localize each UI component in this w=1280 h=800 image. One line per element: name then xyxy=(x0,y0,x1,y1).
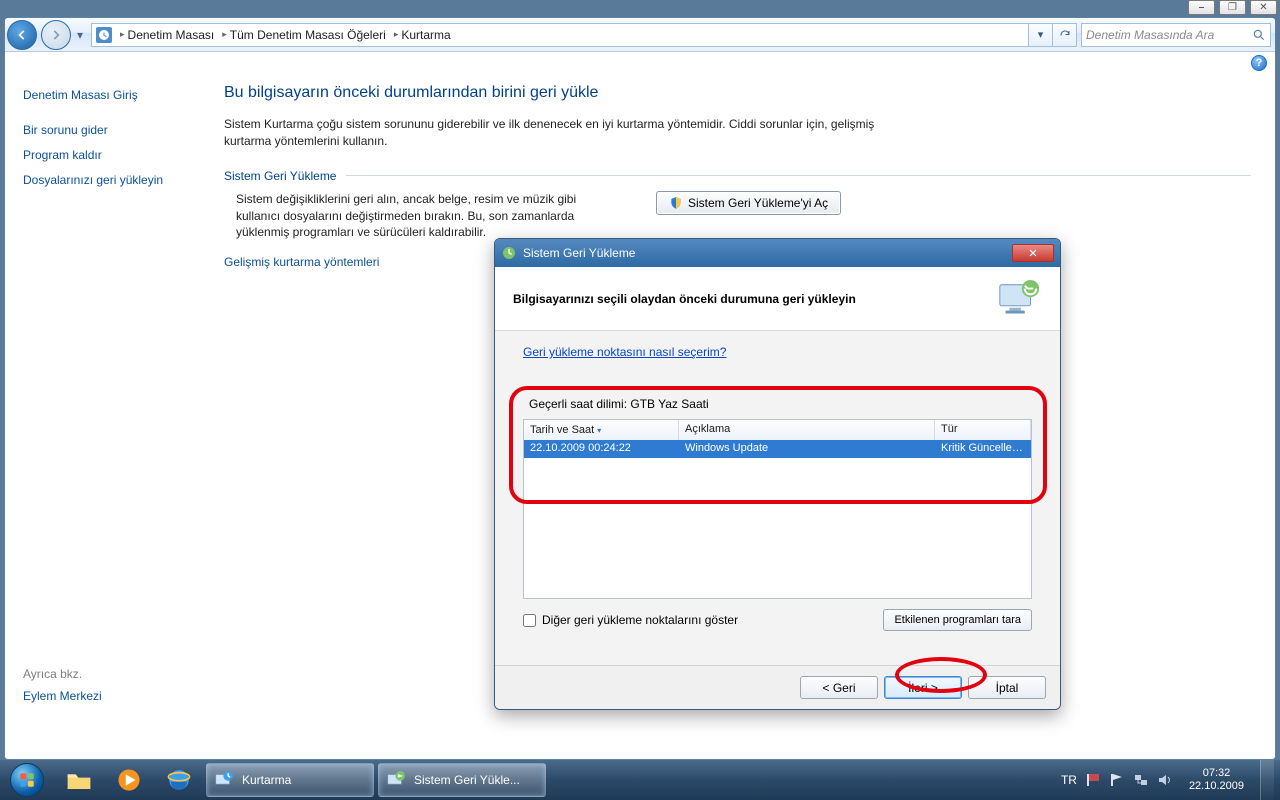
recovery-icon xyxy=(96,27,112,43)
taskbar-restore-label: Sistem Geri Yükle... xyxy=(414,773,520,787)
pinned-explorer[interactable] xyxy=(55,763,103,797)
folder-icon xyxy=(66,769,92,791)
recovery-taskbar-icon xyxy=(213,769,235,791)
sidebar: Denetim Masası Giriş Bir sorunu gider Pr… xyxy=(5,74,210,759)
taskbar-clock[interactable]: 07:32 22.10.2009 xyxy=(1181,767,1252,793)
fieldset-legend: Sistem Geri Yükleme xyxy=(224,169,342,183)
help-button[interactable]: ? xyxy=(1251,55,1267,71)
wizard-close-button[interactable] xyxy=(1012,244,1054,262)
col-desc-header[interactable]: Açıklama xyxy=(679,420,935,440)
back-button[interactable]: < Geri xyxy=(800,676,878,699)
clock-date: 22.10.2009 xyxy=(1189,780,1244,793)
tray-network-icon[interactable] xyxy=(1133,772,1149,788)
fieldset-text: Sistem değişikliklerini geri alın, ancak… xyxy=(236,191,616,241)
shield-icon xyxy=(669,196,683,210)
tray-action-center-icon[interactable] xyxy=(1109,772,1125,788)
search-icon xyxy=(1252,28,1266,42)
nav-forward-button[interactable] xyxy=(41,20,71,50)
system-restore-wizard: Sistem Geri Yükleme Bilgisayarınızı seçi… xyxy=(494,238,1061,710)
wizard-footer: < Geri İleri > İptal xyxy=(495,665,1060,709)
language-indicator[interactable]: TR xyxy=(1061,773,1077,787)
scan-affected-programs-button[interactable]: Etkilenen programları tara xyxy=(883,609,1032,631)
cell-desc: Windows Update xyxy=(679,440,935,458)
arrow-left-icon xyxy=(15,28,29,42)
sidebar-also-header: Ayrıca bkz. xyxy=(23,667,198,681)
arrow-right-icon xyxy=(49,28,63,42)
tray-volume-icon[interactable] xyxy=(1157,772,1173,788)
search-placeholder: Denetim Masasında Ara xyxy=(1086,28,1214,42)
pinned-media-player[interactable] xyxy=(105,763,153,797)
open-system-restore-label: Sistem Geri Yükleme'yi Aç xyxy=(688,196,828,210)
maximize-icon: ❐ xyxy=(1228,2,1237,13)
nav-history-dropdown[interactable]: ▾ xyxy=(73,28,87,42)
crumb-cp[interactable]: Denetim Masası xyxy=(128,28,215,42)
show-more-restore-points-checkbox[interactable] xyxy=(523,614,536,627)
taskbar-system-restore-window[interactable]: Sistem Geri Yükle... xyxy=(378,763,546,797)
nav-back-button[interactable] xyxy=(7,20,37,50)
start-button[interactable] xyxy=(0,760,54,800)
system-tray: TR 07:32 22.10.2009 xyxy=(1055,760,1280,800)
help-choose-restore-point-link[interactable]: Geri yükleme noktasını nasıl seçerim? xyxy=(523,345,726,359)
show-desktop-button[interactable] xyxy=(1260,760,1274,800)
refresh-button[interactable] xyxy=(1053,23,1077,47)
wizard-heading: Bilgisayarınızı seçili olaydan önceki du… xyxy=(513,292,856,306)
close-icon: ✕ xyxy=(1259,2,1267,13)
divider xyxy=(346,175,1251,176)
restore-monitor-icon xyxy=(996,279,1042,319)
cell-type: Kritik Güncelleşti... xyxy=(935,440,1031,458)
sidebar-uninstall-link[interactable]: Program kaldır xyxy=(23,148,198,162)
minimize-icon: ⎯ xyxy=(1199,2,1204,13)
navigation-bar: ▾ ▸Denetim Masası ▸Tüm Denetim Masası Öğ… xyxy=(5,18,1275,52)
search-input[interactable]: Denetim Masasında Ara xyxy=(1081,23,1271,47)
table-header: Tarih ve Saat▾ Açıklama Tür xyxy=(524,420,1031,440)
page-title: Bu bilgisayarın önceki durumlarından bir… xyxy=(224,84,1251,102)
cell-date: 22.10.2009 00:24:22 xyxy=(524,440,679,458)
window-close-button[interactable]: ✕ xyxy=(1250,0,1277,15)
address-dropdown-button[interactable]: ▾ xyxy=(1029,23,1053,47)
restore-icon xyxy=(501,245,517,261)
windows-orb-icon xyxy=(10,763,44,797)
show-more-restore-points-label: Diğer geri yükleme noktalarını göster xyxy=(542,613,738,627)
timezone-label: Geçerli saat dilimi: GTB Yaz Saati xyxy=(529,397,1032,411)
window-minimize-button[interactable]: ⎯ xyxy=(1188,0,1215,15)
address-bar[interactable]: ▸Denetim Masası ▸Tüm Denetim Masası Öğel… xyxy=(91,23,1029,47)
window-maximize-button[interactable]: ❐ xyxy=(1219,0,1246,15)
page-description: Sistem Kurtarma çoğu sistem sorununu gid… xyxy=(224,116,904,151)
sort-caret-icon: ▾ xyxy=(597,426,601,435)
ie-icon xyxy=(166,767,192,793)
help-icon: ? xyxy=(1256,57,1263,69)
taskbar-recovery-window[interactable]: Kurtarma xyxy=(206,763,374,797)
table-row[interactable]: 22.10.2009 00:24:22 Windows Update Kriti… xyxy=(524,440,1031,458)
col-date-header[interactable]: Tarih ve Saat▾ xyxy=(524,420,679,440)
sidebar-home-link[interactable]: Denetim Masası Giriş xyxy=(23,88,198,102)
open-system-restore-button[interactable]: Sistem Geri Yükleme'yi Aç xyxy=(656,191,841,215)
next-button[interactable]: İleri > xyxy=(884,676,962,699)
crumb-all[interactable]: Tüm Denetim Masası Öğeleri xyxy=(230,28,386,42)
media-player-icon xyxy=(116,767,142,793)
wizard-title-text: Sistem Geri Yükleme xyxy=(523,246,635,260)
wizard-titlebar[interactable]: Sistem Geri Yükleme xyxy=(495,239,1060,267)
col-type-header[interactable]: Tür xyxy=(935,420,1031,440)
taskbar-recovery-label: Kurtarma xyxy=(242,773,291,787)
crumb-recovery[interactable]: Kurtarma xyxy=(401,28,450,42)
cancel-button[interactable]: İptal xyxy=(968,676,1046,699)
restore-taskbar-icon xyxy=(385,769,407,791)
tray-flag-icon[interactable] xyxy=(1085,772,1101,788)
pinned-ie[interactable] xyxy=(155,763,203,797)
taskbar: Kurtarma Sistem Geri Yükle... TR 07:32 2… xyxy=(0,760,1280,800)
sidebar-restore-files-link[interactable]: Dosyalarınızı geri yükleyin xyxy=(23,173,198,187)
wizard-header: Bilgisayarınızı seçili olaydan önceki du… xyxy=(495,267,1060,331)
sidebar-troubleshoot-link[interactable]: Bir sorunu gider xyxy=(23,123,198,137)
clock-time: 07:32 xyxy=(1189,767,1244,780)
restore-points-table: Tarih ve Saat▾ Açıklama Tür 22.10.2009 0… xyxy=(523,419,1032,599)
sidebar-action-center-link[interactable]: Eylem Merkezi xyxy=(23,689,198,703)
